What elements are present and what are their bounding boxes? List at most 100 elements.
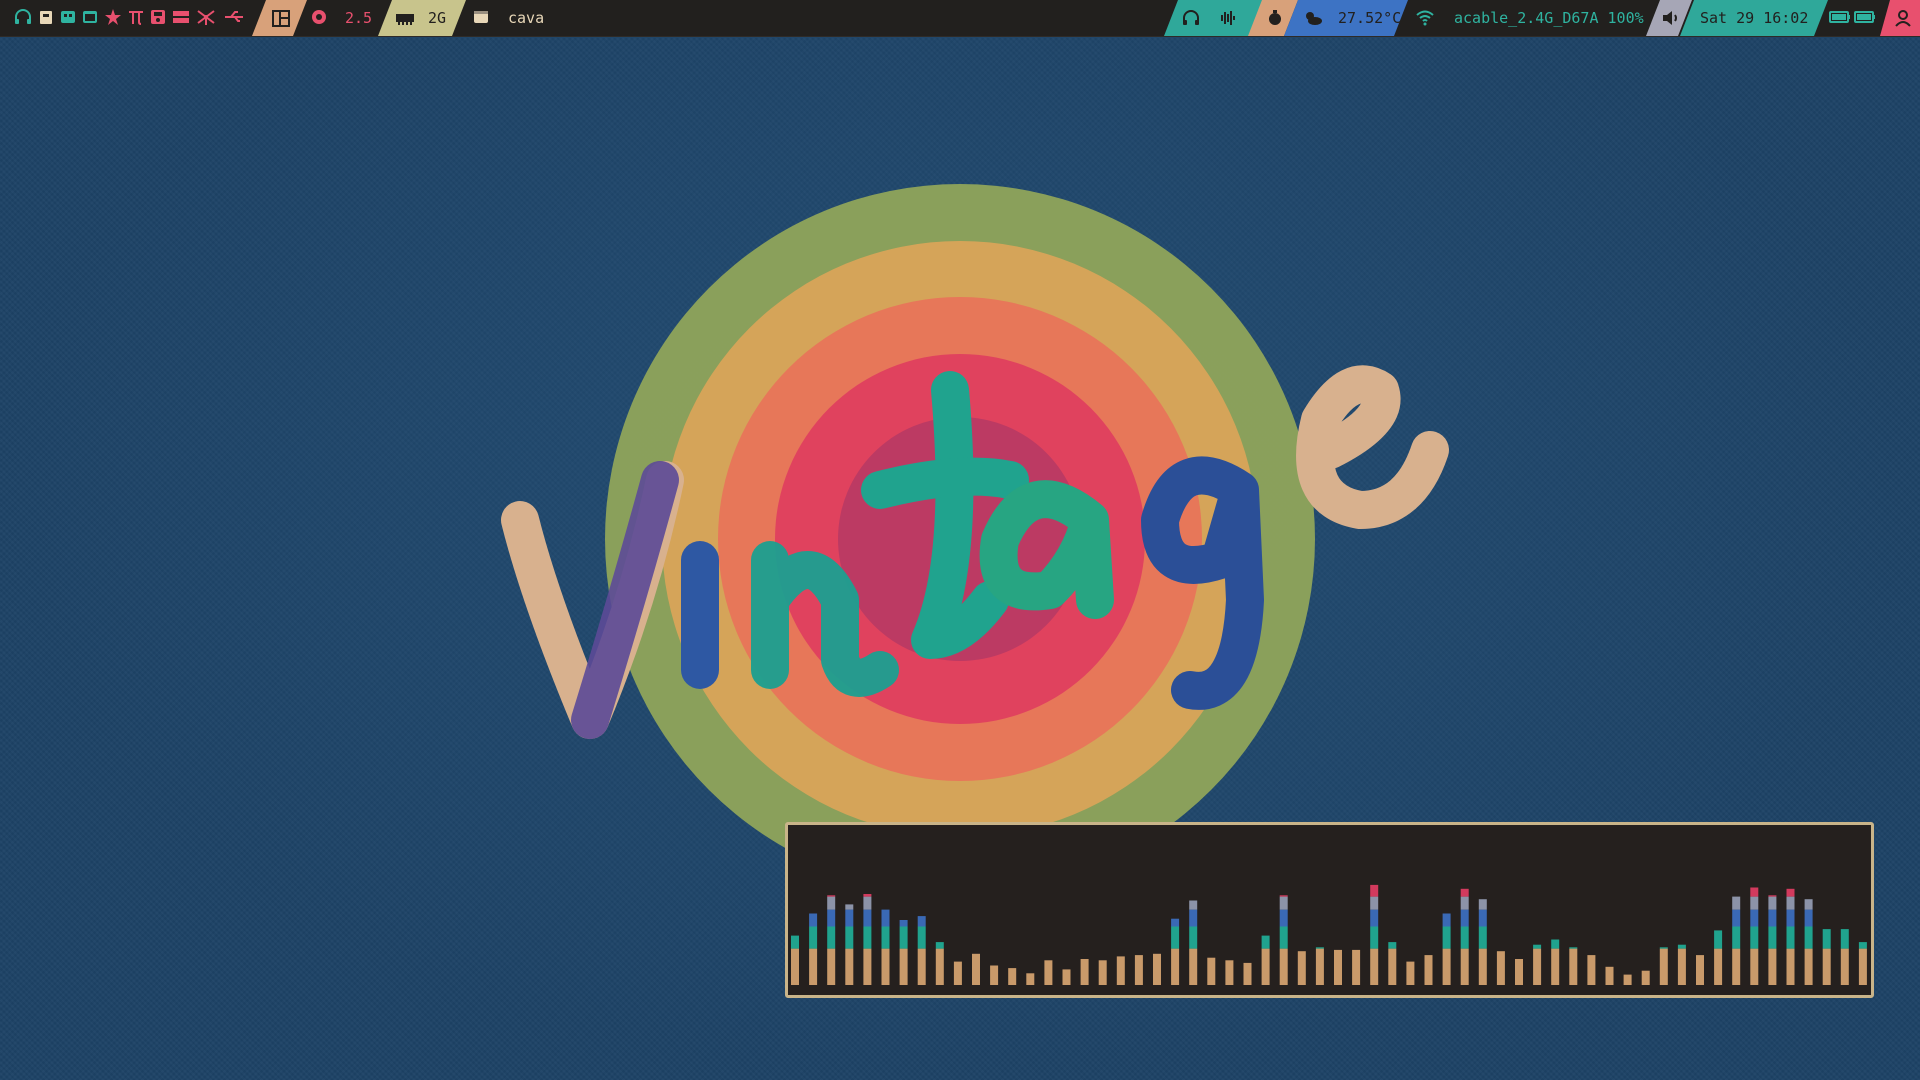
cava-bar <box>1424 955 1433 985</box>
cava-bar <box>1388 942 1397 985</box>
network-icon[interactable] <box>195 6 217 28</box>
terminal-icon <box>474 11 488 23</box>
storage-icon[interactable] <box>170 6 192 28</box>
cava-bar <box>1225 960 1234 985</box>
cava-bar <box>809 913 818 985</box>
cava-bar <box>1605 966 1614 985</box>
layout-icon <box>270 7 292 29</box>
cava-bar <box>1768 895 1777 985</box>
cava-bar <box>1587 955 1596 985</box>
pi-icon[interactable] <box>125 6 147 28</box>
cava-bar <box>1533 944 1542 985</box>
cava-bar <box>827 895 836 985</box>
cava-bar <box>1551 939 1560 985</box>
cava-bar <box>1569 947 1578 985</box>
memory-segment[interactable]: 2G <box>378 0 466 36</box>
user-segment[interactable] <box>1880 0 1920 36</box>
save-icon[interactable] <box>147 6 169 28</box>
cpu-icon <box>312 10 326 24</box>
cpu-load: 2.5 <box>345 0 372 36</box>
cava-bar <box>935 942 944 985</box>
cava-bar <box>953 961 962 985</box>
battery-icon <box>1829 11 1850 23</box>
cava-bar <box>1116 956 1125 985</box>
cava-bar <box>899 920 908 985</box>
weather-segment[interactable]: 27.52°C <box>1284 0 1408 36</box>
cava-bar <box>1822 929 1831 985</box>
user-icon <box>1895 10 1911 27</box>
cava-bar <box>1008 968 1017 985</box>
cava-bar <box>1279 895 1288 985</box>
cava-bar <box>972 953 980 985</box>
cava-bar <box>1080 959 1089 985</box>
cava-bar <box>1858 942 1867 985</box>
active-window-title: cava <box>508 9 545 27</box>
cava-bar <box>1460 888 1469 985</box>
cava-bar <box>1297 951 1306 985</box>
cava-bar <box>1714 930 1723 985</box>
star-icon[interactable] <box>102 6 124 28</box>
cava-bar <box>1352 949 1361 985</box>
cava-bar <box>1134 955 1143 985</box>
cava-bar <box>1243 962 1252 985</box>
cava-bar <box>1315 947 1324 985</box>
datetime-text: Sat 29 16:02 <box>1700 9 1809 27</box>
audio-wave-icon <box>1221 11 1235 25</box>
cava-bar <box>1750 887 1759 985</box>
memory-value: 2G <box>428 9 447 27</box>
cava-bar <box>1840 929 1849 985</box>
cava-bar <box>1026 973 1035 985</box>
cava-bar <box>1478 899 1487 985</box>
cava-bar <box>1189 900 1198 985</box>
cava-bar <box>1696 955 1704 985</box>
window-icon[interactable] <box>79 6 101 28</box>
cava-bar <box>1062 969 1071 985</box>
clock-segment[interactable]: Sat 29 16:02 <box>1680 0 1828 36</box>
cava-bar <box>1659 947 1668 985</box>
cava-bar <box>1732 896 1741 985</box>
cava-bar <box>1171 918 1180 985</box>
cpu-load-value: 2.5 <box>345 9 373 27</box>
cava-bar <box>1786 888 1795 985</box>
cava-bar <box>917 916 926 985</box>
wifi-icon <box>1416 10 1434 26</box>
cava-bar <box>1153 953 1161 985</box>
headphones-icon[interactable] <box>12 6 34 28</box>
cava-bar <box>863 894 872 985</box>
cava-bar <box>1641 970 1650 985</box>
usb-icon[interactable] <box>223 6 245 28</box>
top-status-bar: 2.5 2G cava 27.52°C acable_2.4G_D67A 100… <box>0 0 1920 37</box>
cava-bar <box>1370 884 1379 985</box>
temperature-value: 27.52°C <box>1338 9 1402 27</box>
trash-icon[interactable] <box>35 6 57 28</box>
cava-bar <box>881 909 890 985</box>
cava-bar <box>791 935 799 985</box>
cava-visualizer <box>791 884 1867 985</box>
headphones-segment[interactable] <box>1164 0 1264 36</box>
cava-bar <box>1406 961 1415 985</box>
wifi-status[interactable]: acable_2.4G_D67A 100% <box>1454 0 1644 36</box>
cava-bar <box>1261 935 1270 985</box>
cava-bar <box>1804 899 1813 985</box>
cava-bar <box>845 904 854 985</box>
battery-icon <box>1854 11 1875 23</box>
monitor-icon[interactable] <box>57 6 79 28</box>
cava-bar <box>990 965 999 985</box>
wifi-status-text: acable_2.4G_D67A 100% <box>1454 9 1644 27</box>
layout-segment[interactable] <box>252 0 307 36</box>
cava-bar <box>1677 944 1686 985</box>
cava-window[interactable] <box>785 822 1874 998</box>
cava-bar <box>1623 974 1632 985</box>
cava-bar <box>1334 949 1342 985</box>
cava-bar <box>1515 959 1523 985</box>
memory-icon <box>394 7 416 29</box>
cava-bar <box>1207 957 1216 985</box>
weather-icon <box>1302 7 1324 29</box>
cava-bar <box>1496 951 1505 985</box>
cava-bar <box>1442 913 1451 985</box>
cava-bar <box>1044 960 1053 985</box>
headphones-icon <box>1183 10 1199 25</box>
cava-bar <box>1098 960 1107 985</box>
volume-icon <box>1660 7 1682 29</box>
timer-icon <box>1264 7 1286 29</box>
